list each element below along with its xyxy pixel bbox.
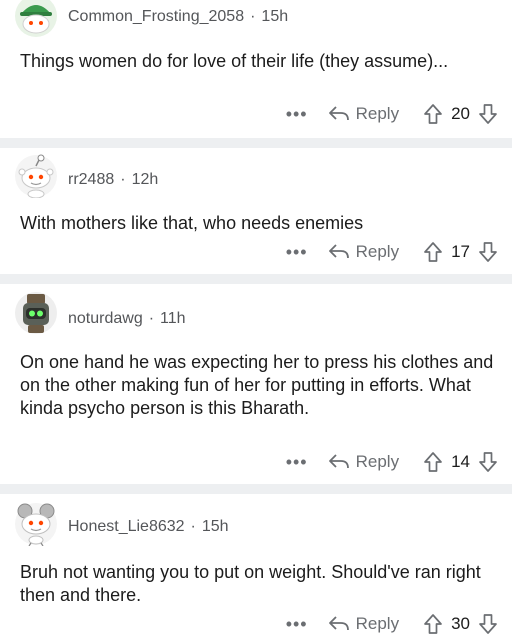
username[interactable]: Honest_Lie8632 [68, 518, 185, 535]
reply-button[interactable]: Reply [328, 104, 399, 124]
more-options-button[interactable]: ••• [286, 242, 308, 263]
more-options-button[interactable]: ••• [286, 104, 308, 125]
robot-avatar-icon [15, 292, 57, 334]
downvote-arrow-icon[interactable] [478, 103, 498, 125]
reply-arrow-icon [328, 616, 349, 631]
reply-arrow-icon [328, 454, 349, 469]
vote-controls: 30 [423, 613, 498, 635]
comment-header: Honest_Lie8632 · 15h [68, 518, 229, 536]
reply-button[interactable]: Reply [328, 452, 399, 472]
more-options-button[interactable]: ••• [286, 452, 308, 473]
comment-separator [0, 274, 512, 284]
comment-text: On one hand he was expecting her to pres… [20, 352, 494, 418]
meta-dot: · [148, 310, 155, 327]
vote-controls: 14 [423, 451, 498, 473]
more-options-button[interactable]: ••• [286, 614, 308, 635]
vote-score: 14 [451, 452, 470, 471]
avatar[interactable] [14, 0, 58, 38]
vote-score: 17 [451, 242, 470, 261]
comment-text: Things women do for love of their life (… [20, 51, 449, 71]
comment-actions: ••• Reply 17 [286, 239, 498, 265]
comment: Common_Frosting_2058 · 15h Things women do… [0, 0, 512, 140]
comment-text: With mothers like that, who needs enemie… [20, 213, 364, 233]
reply-button[interactable]: Reply [328, 614, 399, 634]
comment: rr2488 · 12h With mothers like that, who n… [0, 148, 512, 276]
username[interactable]: rr2488 [68, 171, 114, 188]
comment-separator [0, 484, 512, 494]
vote-score: 30 [451, 614, 470, 633]
snoo-green-cap-avatar-icon [15, 0, 57, 37]
comment: Honest_Lie8632 · 15h Bruh not wanting you … [0, 494, 512, 636]
vote-controls: 20 [423, 103, 498, 125]
comment-text: Bruh not wanting you to put on weight. S… [20, 562, 481, 605]
comment-header: rr2488 · 12h [68, 171, 158, 189]
comment-age: 15h [201, 518, 229, 535]
reply-label: Reply [355, 614, 400, 633]
upvote-arrow-icon[interactable] [423, 103, 443, 125]
reply-button[interactable]: Reply [328, 242, 399, 262]
username[interactable]: noturdawg [68, 310, 143, 327]
comment-actions: ••• Reply 30 [286, 611, 498, 637]
reply-label: Reply [355, 242, 400, 261]
avatar[interactable] [14, 291, 58, 335]
reply-arrow-icon [328, 106, 349, 121]
meta-dot: · [120, 171, 126, 188]
comment-actions: ••• Reply 14 [286, 449, 498, 475]
downvote-arrow-icon[interactable] [478, 613, 498, 635]
vote-controls: 17 [423, 241, 498, 263]
comment-header: Common_Frosting_2058 · 15h [68, 8, 288, 26]
avatar[interactable] [14, 154, 58, 198]
comment-header: noturdawg · 11h [68, 310, 186, 328]
upvote-arrow-icon[interactable] [423, 451, 443, 473]
avatar[interactable] [14, 502, 58, 546]
upvote-arrow-icon[interactable] [423, 241, 443, 263]
comment-age: 11h [160, 310, 186, 327]
downvote-arrow-icon[interactable] [478, 241, 498, 263]
comment-age: 12h [131, 171, 159, 188]
comment-age: 15h [261, 8, 289, 25]
meta-dot: · [190, 518, 196, 535]
upvote-arrow-icon[interactable] [423, 613, 443, 635]
reply-label: Reply [355, 452, 400, 471]
snoo-default-avatar-icon [15, 154, 57, 198]
reply-label: Reply [355, 104, 400, 123]
comment: noturdawg · 11h On one hand he was expecti… [0, 284, 512, 486]
username[interactable]: Common_Frosting_2058 [68, 8, 244, 25]
comment-separator [0, 138, 512, 148]
comment-actions: ••• Reply 20 [286, 101, 498, 127]
reply-arrow-icon [328, 244, 349, 259]
downvote-arrow-icon[interactable] [478, 451, 498, 473]
vote-score: 20 [451, 104, 470, 123]
meta-dot: · [250, 8, 256, 25]
snoo-mouse-ears-avatar-icon [15, 503, 57, 546]
